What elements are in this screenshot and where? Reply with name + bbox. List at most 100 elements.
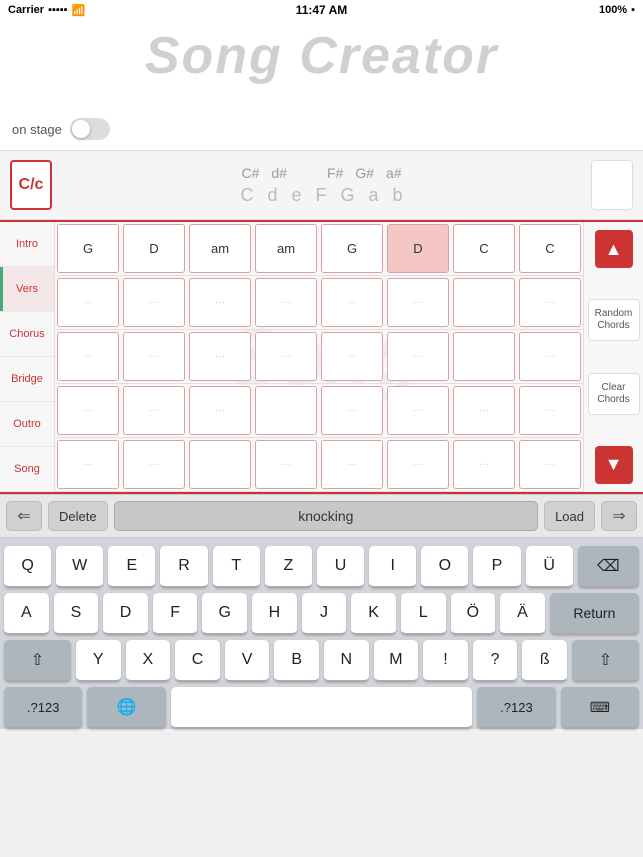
key-f[interactable]: F: [153, 593, 198, 635]
song-name-input[interactable]: [114, 501, 539, 531]
key-i[interactable]: I: [369, 546, 416, 588]
chord-cell[interactable]: ···: [189, 386, 251, 435]
left-arrow-button[interactable]: ⇐: [6, 501, 42, 531]
chord-cell[interactable]: ···: [387, 440, 449, 489]
chord-cell[interactable]: ···: [189, 278, 251, 327]
chord-cell[interactable]: ···: [57, 386, 119, 435]
key-selected-box[interactable]: [591, 160, 633, 210]
clear-chords-button[interactable]: Clear Chords: [588, 373, 640, 415]
key-v[interactable]: V: [225, 640, 270, 682]
shift-key[interactable]: ⇧: [4, 640, 71, 682]
chord-cell[interactable]: ···: [57, 278, 119, 327]
key-w[interactable]: W: [56, 546, 103, 588]
key-q[interactable]: Q: [4, 546, 51, 588]
globe-key[interactable]: 🌐: [87, 687, 165, 729]
key-s[interactable]: S: [54, 593, 99, 635]
key-z[interactable]: Z: [265, 546, 312, 588]
chord-cell[interactable]: [189, 440, 251, 489]
chord-cell[interactable]: C: [519, 224, 581, 273]
chord-cell[interactable]: ···: [57, 440, 119, 489]
section-song[interactable]: Song: [0, 447, 54, 492]
key-question[interactable]: ?: [473, 640, 518, 682]
chord-cell[interactable]: ···: [321, 386, 383, 435]
key-p[interactable]: P: [473, 546, 520, 588]
chord-cell[interactable]: [453, 332, 515, 381]
chord-cell[interactable]: G: [57, 224, 119, 273]
return-key[interactable]: Return: [550, 593, 639, 635]
key-ue[interactable]: Ü: [526, 546, 573, 588]
chord-cell[interactable]: ···: [255, 440, 317, 489]
chord-cell[interactable]: ···: [453, 386, 515, 435]
chord-cell[interactable]: D: [387, 224, 449, 273]
chord-cell[interactable]: ···: [321, 332, 383, 381]
key-x[interactable]: X: [126, 640, 171, 682]
status-left: Carrier ▪▪▪▪▪ 📶: [8, 4, 85, 17]
load-button[interactable]: Load: [544, 501, 595, 531]
chord-cell[interactable]: [453, 278, 515, 327]
section-chorus[interactable]: Chorus: [0, 312, 54, 357]
key-k[interactable]: K: [351, 593, 396, 635]
key-t[interactable]: T: [213, 546, 260, 588]
chord-cell[interactable]: ···: [57, 332, 119, 381]
key-e[interactable]: E: [108, 546, 155, 588]
chord-cell[interactable]: D: [123, 224, 185, 273]
chord-cell[interactable]: ···: [123, 278, 185, 327]
on-stage-toggle[interactable]: [70, 118, 110, 140]
chord-cell[interactable]: ···: [519, 440, 581, 489]
chord-cell[interactable]: ···: [123, 440, 185, 489]
chord-cell[interactable]: ···: [387, 386, 449, 435]
section-vers[interactable]: Vers: [0, 267, 54, 312]
scroll-up-button[interactable]: ▲: [595, 230, 633, 268]
space-key[interactable]: [171, 687, 472, 729]
sym-key-right[interactable]: .?123: [477, 687, 555, 729]
key-ae[interactable]: Ä: [500, 593, 545, 635]
section-bridge[interactable]: Bridge: [0, 357, 54, 402]
key-ss[interactable]: ß: [522, 640, 567, 682]
key-y[interactable]: Y: [76, 640, 121, 682]
cc-key-button[interactable]: C/c: [10, 160, 52, 210]
chord-cell[interactable]: ···: [519, 386, 581, 435]
key-l[interactable]: L: [401, 593, 446, 635]
chord-cell[interactable]: C: [453, 224, 515, 273]
section-outro[interactable]: Outro: [0, 402, 54, 447]
key-r[interactable]: R: [160, 546, 207, 588]
chord-cell[interactable]: ···: [321, 278, 383, 327]
chord-cell[interactable]: ···: [189, 332, 251, 381]
chord-cell[interactable]: ···: [255, 332, 317, 381]
key-n[interactable]: N: [324, 640, 369, 682]
chord-cell[interactable]: ···: [321, 440, 383, 489]
key-h[interactable]: H: [252, 593, 297, 635]
key-c[interactable]: C: [175, 640, 220, 682]
chord-cell[interactable]: G: [321, 224, 383, 273]
key-j[interactable]: J: [302, 593, 347, 635]
chord-cell[interactable]: ···: [387, 332, 449, 381]
section-intro[interactable]: Intro: [0, 222, 54, 267]
chord-cell[interactable]: ···: [387, 278, 449, 327]
key-a[interactable]: A: [4, 593, 49, 635]
chord-cell[interactable]: ···: [519, 332, 581, 381]
key-g[interactable]: G: [202, 593, 247, 635]
shift-key-right[interactable]: ⇧: [572, 640, 639, 682]
scroll-down-button[interactable]: ▼: [595, 446, 633, 484]
key-d[interactable]: D: [103, 593, 148, 635]
chord-cell[interactable]: ···: [519, 278, 581, 327]
chord-cell[interactable]: ···: [453, 440, 515, 489]
key-exclaim[interactable]: !: [423, 640, 468, 682]
key-u[interactable]: U: [317, 546, 364, 588]
chord-cell[interactable]: ···: [123, 332, 185, 381]
chord-cell[interactable]: ···: [255, 278, 317, 327]
key-m[interactable]: M: [374, 640, 419, 682]
key-b[interactable]: B: [274, 640, 319, 682]
key-o[interactable]: O: [421, 546, 468, 588]
random-chords-button[interactable]: Random Chords: [588, 299, 640, 341]
chord-cell[interactable]: ···: [123, 386, 185, 435]
keyboard-icon-key[interactable]: ⌨: [561, 687, 639, 729]
delete-key[interactable]: ⌫: [578, 546, 639, 588]
delete-button[interactable]: Delete: [48, 501, 108, 531]
right-arrow-button[interactable]: ⇒: [601, 501, 637, 531]
chord-cell[interactable]: am: [189, 224, 251, 273]
chord-cell[interactable]: [255, 386, 317, 435]
key-oe[interactable]: Ö: [451, 593, 496, 635]
chord-cell[interactable]: am: [255, 224, 317, 273]
sym-key-left[interactable]: .?123: [4, 687, 82, 729]
